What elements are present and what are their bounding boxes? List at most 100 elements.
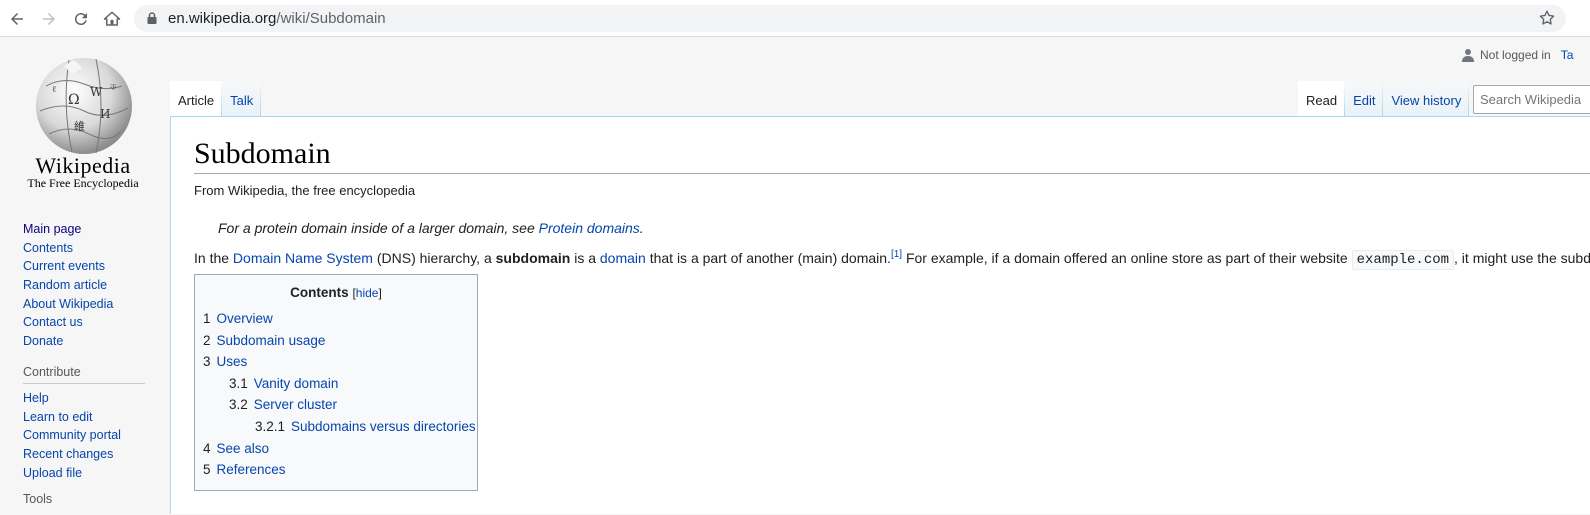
url-domain: en.wikipedia.org	[168, 10, 277, 27]
lock-icon[interactable]	[145, 11, 159, 25]
browser-toolbar: en.wikipedia.org/wiki/Subdomain	[0, 0, 1590, 37]
link-domain-name-system[interactable]: Domain Name System	[233, 250, 373, 266]
sidebar-item-contents[interactable]: Contents	[23, 239, 148, 258]
toc-number: 5	[203, 462, 211, 478]
bookmark-star-icon[interactable]	[1538, 9, 1556, 27]
forward-arrow-icon[interactable]	[38, 8, 60, 30]
tab-read[interactable]: Read	[1298, 81, 1345, 116]
article-content: Subdomain From Wikipedia, the free encyc…	[170, 116, 1590, 514]
sidebar-item-community-portal[interactable]: Community portal	[23, 426, 148, 445]
not-logged-in-text: Not logged in	[1480, 48, 1551, 62]
code-example-com: example.com	[1351, 250, 1455, 270]
toc-title: Contents	[290, 285, 349, 300]
toc-item-uses[interactable]: 3 Uses	[203, 351, 469, 373]
sidebar-item-about-wikipedia[interactable]: About Wikipedia	[23, 295, 148, 314]
svg-text:維: 維	[74, 120, 85, 133]
personal-talk-link[interactable]: Ta	[1561, 48, 1574, 62]
toc-link[interactable]: Vanity domain	[254, 376, 339, 391]
sidebar-navigation: Main page Contents Current events Random ar…	[23, 220, 148, 515]
search-input[interactable]	[1473, 85, 1590, 114]
sidebar-contribute-list: Help Learn to edit Community portal Recent …	[23, 389, 148, 482]
back-arrow-icon[interactable]	[6, 8, 28, 30]
toc-number: 3.1	[229, 375, 248, 391]
toc-number: 3.2	[229, 397, 248, 413]
sidebar-item-random-article[interactable]: Random article	[23, 276, 148, 295]
home-icon[interactable]	[101, 8, 123, 30]
toc-number: 1	[203, 311, 211, 326]
link-domain[interactable]: domain	[600, 250, 646, 266]
toc-link[interactable]: Overview	[217, 311, 273, 326]
hatnote-prefix: For a protein domain inside of a larger …	[218, 220, 539, 236]
hatnote-suffix: .	[639, 220, 644, 236]
toc-hide-link[interactable]: hide	[356, 286, 379, 300]
para-text-1: In the	[194, 250, 233, 266]
sidebar-item-contact-us[interactable]: Contact us	[23, 313, 148, 332]
toc-number: 3	[203, 354, 211, 370]
toc-number: 4	[203, 440, 211, 456]
toc-number: 2	[203, 332, 211, 348]
toc-item-overview[interactable]: 1 Overview	[203, 308, 469, 330]
toc-link[interactable]: References	[217, 462, 286, 477]
toc-list: 1 Overview 2 Subdomain usage 3 Uses 3.1 Vanity …	[203, 308, 476, 481]
address-bar[interactable]: en.wikipedia.org/wiki/Subdomain	[134, 5, 1566, 32]
toc-link[interactable]: Subdomains versus directories	[291, 419, 476, 434]
toc-link[interactable]: Server cluster	[254, 397, 337, 412]
svg-text:И: И	[100, 107, 110, 121]
title-divider	[194, 173, 1590, 174]
para-text-5: For example, if a domain offered an onli…	[902, 250, 1352, 266]
tab-article[interactable]: Article	[170, 81, 222, 116]
user-icon	[1462, 49, 1474, 62]
namespace-tabs: Article Talk	[170, 81, 261, 116]
para-bold-subdomain: subdomain	[495, 250, 571, 266]
sidebar-item-upload-file[interactable]: Upload file	[23, 464, 148, 483]
hatnote-link-protein-domains[interactable]: Protein domains	[539, 220, 640, 236]
toc-item-subdomains-versus-directories[interactable]: 3.2.1 Subdomains versus directories	[203, 416, 476, 438]
sidebar-item-learn-to-edit[interactable]: Learn to edit	[23, 408, 148, 427]
personal-tools: Not logged in Ta	[1462, 48, 1573, 62]
para-text-3: is a	[570, 250, 600, 266]
site-sub: From Wikipedia, the free encyclopedia	[194, 183, 416, 198]
toc-bracket-close: ]	[378, 286, 382, 300]
wikipedia-logo[interactable]: Ω W И 維 ℓ ক Wikipedia The Free Encyclope…	[22, 46, 144, 191]
toc-item-see-also[interactable]: 4 See also	[203, 438, 469, 460]
para-text-4: that is a part of another (main) domain.	[645, 250, 891, 266]
sidebar-heading-contribute: Contribute	[23, 365, 145, 384]
toc-number: 3.2.1	[255, 418, 286, 434]
table-of-contents: Contents [hide] 1 Overview 2 Subdomain usag…	[194, 274, 478, 491]
svg-text:ℓ: ℓ	[52, 85, 56, 95]
tab-edit[interactable]: Edit	[1345, 81, 1383, 116]
url-path: /wiki/Subdomain	[276, 10, 386, 27]
toc-item-vanity-domain[interactable]: 3.1 Vanity domain	[203, 373, 469, 395]
para-text-2: (DNS) hierarchy, a	[372, 250, 496, 266]
sidebar-heading-tools[interactable]: Tools	[23, 492, 145, 510]
para-text-6: , it might use the subdomain	[1454, 250, 1590, 266]
sidebar-item-main-page[interactable]: Main page	[23, 220, 148, 239]
svg-text:ক: ক	[109, 83, 117, 93]
reload-icon[interactable]	[70, 8, 92, 30]
page-title: Subdomain	[194, 137, 331, 170]
toc-link[interactable]: See also	[217, 441, 270, 456]
sidebar-item-current-events[interactable]: Current events	[23, 257, 148, 276]
toc-item-subdomain-usage[interactable]: 2 Subdomain usage	[203, 330, 469, 352]
toc-item-references[interactable]: 5 References	[203, 459, 469, 481]
tab-talk[interactable]: Talk	[222, 81, 261, 116]
sidebar-item-donate[interactable]: Donate	[23, 332, 148, 351]
toc-link[interactable]: Subdomain usage	[217, 333, 326, 348]
wikipedia-globe-icon: Ω W И 維 ℓ ক	[36, 58, 132, 154]
reference-1[interactable]: [1]	[891, 249, 902, 260]
lead-paragraph: In the Domain Name System (DNS) hierarch…	[194, 248, 1590, 270]
svg-text:W: W	[90, 85, 103, 99]
url-text[interactable]: en.wikipedia.org/wiki/Subdomain	[168, 10, 386, 27]
wikipedia-tagline: The Free Encyclopedia	[27, 176, 139, 190]
sidebar-item-help[interactable]: Help	[23, 389, 148, 408]
hatnote: For a protein domain inside of a larger …	[218, 220, 644, 236]
sidebar-nav-list: Main page Contents Current events Random ar…	[23, 220, 148, 351]
svg-text:Ω: Ω	[68, 92, 80, 108]
toc-hide-toggle: [hide]	[352, 286, 381, 300]
tab-view-history[interactable]: View history	[1383, 81, 1469, 116]
sidebar-item-recent-changes[interactable]: Recent changes	[23, 445, 148, 464]
view-tabs: Read Edit View history	[1298, 81, 1469, 116]
toc-item-server-cluster[interactable]: 3.2 Server cluster	[203, 394, 469, 416]
toc-link[interactable]: Uses	[217, 354, 248, 369]
toc-header: Contents [hide]	[203, 285, 469, 300]
